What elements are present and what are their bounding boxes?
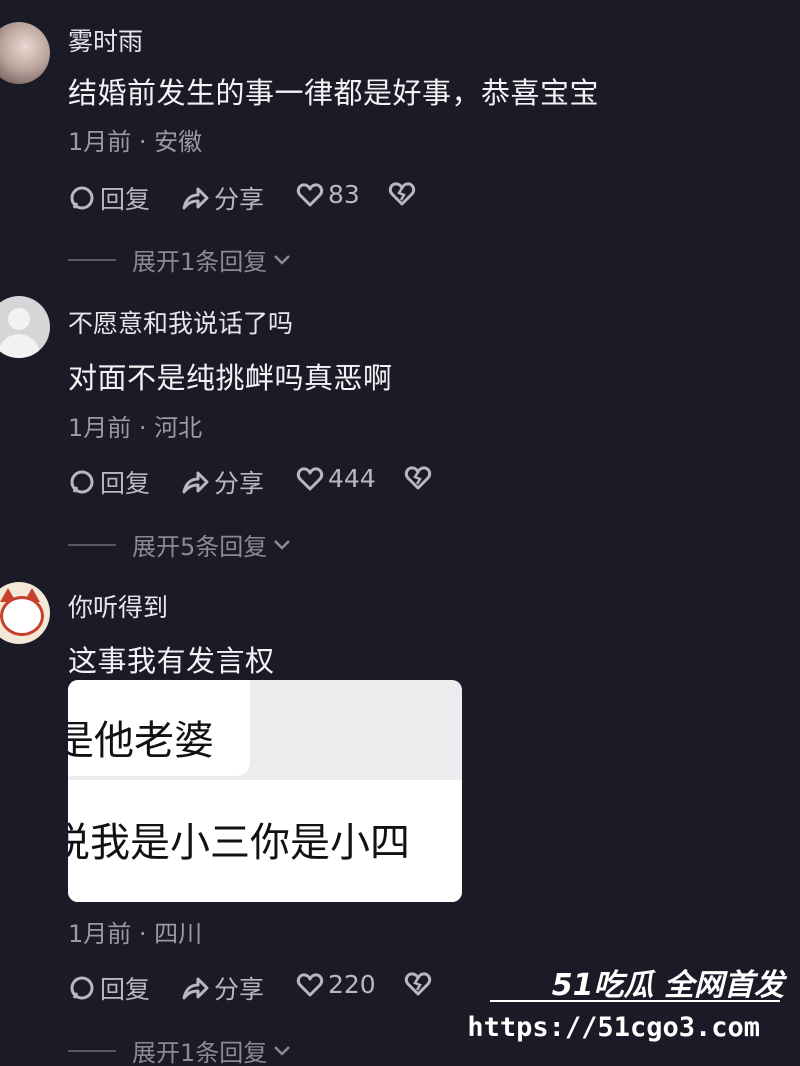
quoted-message-text: 是他老婆 xyxy=(68,718,214,764)
reply-button[interactable]: 回复 xyxy=(68,464,150,500)
avatar[interactable] xyxy=(0,582,50,644)
comment-username[interactable]: 不愿意和我说话了吗 xyxy=(68,304,293,340)
expand-label: 展开5条回复 xyxy=(132,533,268,561)
share-arrow-icon xyxy=(182,977,209,1000)
avatar[interactable] xyxy=(0,22,50,84)
comment-text: 对面不是纯挑衅吗真恶啊 xyxy=(68,361,393,395)
dislike-button[interactable] xyxy=(404,970,436,998)
heart-icon xyxy=(296,972,324,996)
like-button[interactable]: 444 xyxy=(296,464,376,493)
quoted-message-text: 说我是小三你是小四 xyxy=(68,820,410,866)
reply-label: 回复 xyxy=(100,469,151,498)
comment-actions: 回复 分享 444 xyxy=(68,464,488,498)
comment-meta: 1月前 · 四川 xyxy=(68,920,203,948)
comment-text: 结婚前发生的事一律都是好事，恭喜宝宝 xyxy=(68,76,600,110)
like-button[interactable]: 220 xyxy=(296,970,376,999)
chevron-down-icon xyxy=(274,539,291,550)
expand-label: 展开1条回复 xyxy=(132,248,268,276)
chat-bubble-icon xyxy=(70,470,94,494)
reply-button[interactable]: 回复 xyxy=(68,180,150,216)
share-arrow-icon xyxy=(182,187,209,210)
expand-replies-button[interactable]: 展开5条回复 xyxy=(68,527,291,562)
avatar[interactable] xyxy=(0,296,50,358)
share-arrow-icon xyxy=(182,471,209,494)
share-button[interactable]: 分享 xyxy=(180,970,264,1006)
expand-replies-button[interactable]: 展开1条回复 xyxy=(68,242,291,277)
like-count: 83 xyxy=(328,180,360,209)
share-label: 分享 xyxy=(214,185,265,214)
share-label: 分享 xyxy=(214,975,265,1004)
divider xyxy=(68,543,116,546)
reply-button[interactable]: 回复 xyxy=(68,970,150,1006)
share-button[interactable]: 分享 xyxy=(180,180,264,216)
like-count: 444 xyxy=(328,464,376,493)
quoted-screenshot-image[interactable]: 是他老婆 说我是小三你是小四 xyxy=(68,680,462,902)
reply-label: 回复 xyxy=(100,185,151,214)
comment-meta: 1月前 · 安徽 xyxy=(68,128,203,156)
comment-text: 这事我有发言权 xyxy=(68,644,275,678)
chevron-down-icon xyxy=(274,1045,291,1056)
broken-heart-icon xyxy=(404,972,432,996)
heart-icon xyxy=(296,466,324,490)
heart-icon xyxy=(296,182,324,206)
avatar-face-shape xyxy=(0,596,44,636)
chevron-down-icon xyxy=(274,254,291,265)
comment-username[interactable]: 雾时雨 xyxy=(68,22,143,58)
watermark-divider xyxy=(490,1000,780,1002)
expand-replies-button[interactable]: 展开1条回复 xyxy=(68,1033,291,1066)
expand-label: 展开1条回复 xyxy=(132,1039,268,1066)
divider xyxy=(68,258,116,261)
comment-list: 雾时雨 结婚前发生的事一律都是好事，恭喜宝宝 1月前 · 安徽 回复 分享 83… xyxy=(0,0,800,1066)
dislike-button[interactable] xyxy=(404,464,436,492)
avatar-body-shape xyxy=(0,334,40,358)
dislike-button[interactable] xyxy=(388,180,420,208)
reply-label: 回复 xyxy=(100,975,151,1004)
comment-meta: 1月前 · 河北 xyxy=(68,414,203,442)
divider xyxy=(68,1049,116,1052)
share-button[interactable]: 分享 xyxy=(180,464,264,500)
comment-username[interactable]: 你听得到 xyxy=(68,588,168,624)
comment-actions: 回复 分享 83 xyxy=(68,180,488,214)
like-button[interactable]: 83 xyxy=(296,180,360,209)
watermark: 51吃瓜 全网首发 https://51cgo3.com xyxy=(467,960,790,1060)
chat-bubble-icon xyxy=(70,976,94,1000)
watermark-brand: 51吃瓜 全网首发 xyxy=(551,968,784,1003)
chat-bubble-icon xyxy=(70,186,94,210)
watermark-url: https://51cgo3.com xyxy=(467,1012,760,1043)
share-label: 分享 xyxy=(214,469,265,498)
like-count: 220 xyxy=(328,970,376,999)
broken-heart-icon xyxy=(404,466,432,490)
broken-heart-icon xyxy=(388,182,416,206)
avatar-head-shape xyxy=(8,308,30,330)
comment-actions: 回复 分享 220 xyxy=(68,970,488,1004)
